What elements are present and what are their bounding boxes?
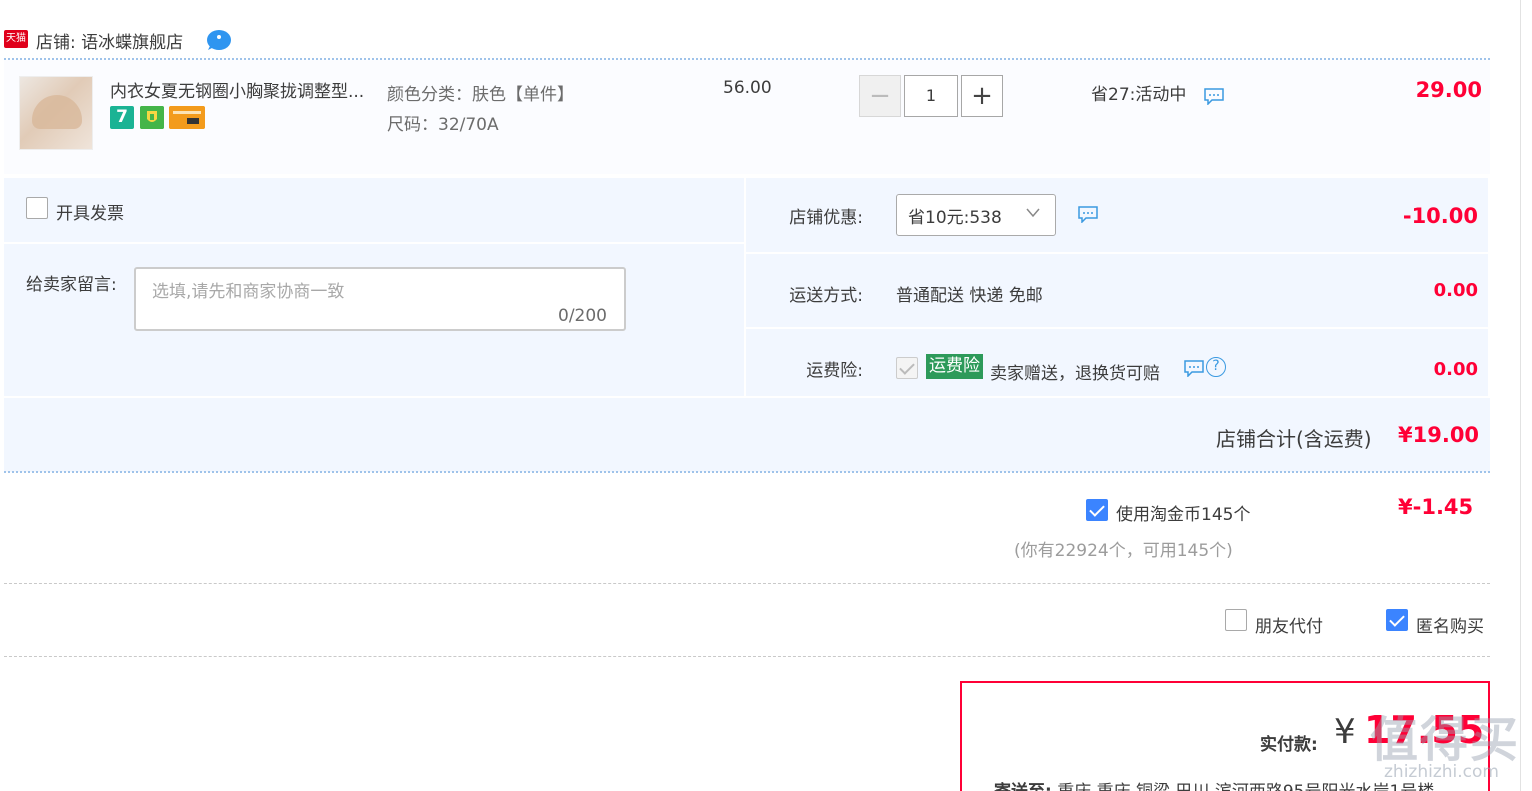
shop-total-label: 店铺合计(含运费) — [1216, 427, 1372, 451]
watermark-logo: 值得买 — [1370, 712, 1521, 768]
section-divider — [4, 583, 1490, 584]
anonymous-purchase-label[interactable]: 匿名购买 — [1416, 612, 1484, 637]
insurance-amount: 0.00 — [1433, 359, 1478, 380]
watermark-url: zhizhizhi.com — [1384, 762, 1499, 782]
tmall-logo: 天猫 — [4, 30, 28, 48]
memo-placeholder: 选填,请先和商家协商一致 — [152, 282, 345, 302]
insurance-label: 运费险: — [806, 361, 863, 381]
promotion-label: 省27:活动中 — [1091, 85, 1187, 105]
wangwang-chat-icon[interactable] — [206, 28, 232, 50]
sku-color: 颜色分类：肤色【单件】 — [387, 85, 574, 105]
use-coins-checkbox[interactable] — [1086, 499, 1108, 521]
memo-label: 给卖家留言: — [26, 275, 117, 295]
sku-size: 尺码：32/70A — [387, 115, 499, 135]
product-image — [32, 95, 82, 129]
memo-char-count: 0/200 — [558, 306, 607, 326]
coins-note: (你有22924个，可用145个) — [1014, 541, 1233, 561]
ship-to-label: 寄送至: — [994, 782, 1052, 791]
shop-discount-value[interactable]: 省10元:538 — [908, 203, 1002, 228]
shipping-method: 普通配送 快递 免邮 — [896, 286, 1043, 306]
shop-header: 天猫 店铺: 语冰蝶旗舰店 — [0, 24, 1490, 60]
unit-price: 56.00 — [723, 78, 772, 98]
quantity-decrease-button[interactable]: − — [859, 75, 901, 117]
shipping-label: 运送方式: — [789, 286, 863, 306]
quantity-input[interactable]: 1 — [904, 75, 958, 117]
insurance-tag: 运费险 — [926, 354, 983, 379]
anonymous-purchase-checkbox[interactable] — [1386, 609, 1408, 631]
product-title[interactable]: 内衣女夏无钢圈小胸聚拢调整型... — [110, 77, 382, 102]
invoice-label[interactable]: 开具发票 — [56, 199, 124, 224]
quantity-increase-button[interactable]: + — [961, 75, 1003, 117]
insurance-checkbox — [896, 357, 918, 379]
order-item-row: 内衣女夏无钢圈小胸聚拢调整型... 7 颜色分类：肤色【单件】 尺码：32/70… — [4, 60, 1490, 174]
coins-amount: ¥-1.45 — [1398, 495, 1474, 519]
shop-discount-label: 店铺优惠: — [789, 208, 863, 228]
item-total: 29.00 — [1415, 78, 1482, 102]
section-divider — [4, 656, 1490, 657]
shop-total-divider — [4, 471, 1490, 473]
shop-discount-amount: -10.00 — [1402, 204, 1478, 228]
help-icon[interactable]: ? — [1206, 357, 1226, 377]
credit-card-icon — [169, 106, 205, 129]
shipping-amount: 0.00 — [1433, 280, 1478, 301]
insurance-description: 卖家赠送，退换货可赔 — [990, 364, 1160, 384]
chevron-down-icon[interactable] — [1026, 205, 1040, 219]
invoice-checkbox[interactable] — [26, 197, 48, 219]
payment-currency: ¥ — [1334, 712, 1356, 752]
discount-comment-icon[interactable] — [1077, 205, 1099, 223]
ship-to-value: 重庆 重庆 铜梁 巴川 滨河西路95号阳光水岸1号楼 — [1057, 782, 1434, 791]
promo-comment-icon[interactable] — [1203, 87, 1225, 105]
shop-name[interactable]: 店铺: 语冰蝶旗舰店 — [36, 28, 183, 53]
guarantee-shield-icon — [140, 106, 164, 129]
friend-pay-label[interactable]: 朋友代付 — [1255, 612, 1323, 637]
insurance-comment-icon[interactable] — [1183, 359, 1205, 377]
seven-day-return-icon: 7 — [110, 106, 134, 129]
product-thumbnail[interactable] — [19, 76, 93, 150]
panel-divider — [4, 242, 744, 244]
scroll-edge — [1520, 0, 1521, 791]
friend-pay-checkbox[interactable] — [1225, 609, 1247, 631]
panel-divider — [746, 252, 1488, 254]
panel-divider — [746, 327, 1488, 329]
payment-label: 实付款: — [1260, 735, 1318, 755]
shop-total-amount: ¥19.00 — [1398, 423, 1480, 447]
use-coins-label[interactable]: 使用淘金币145个 — [1116, 500, 1250, 525]
